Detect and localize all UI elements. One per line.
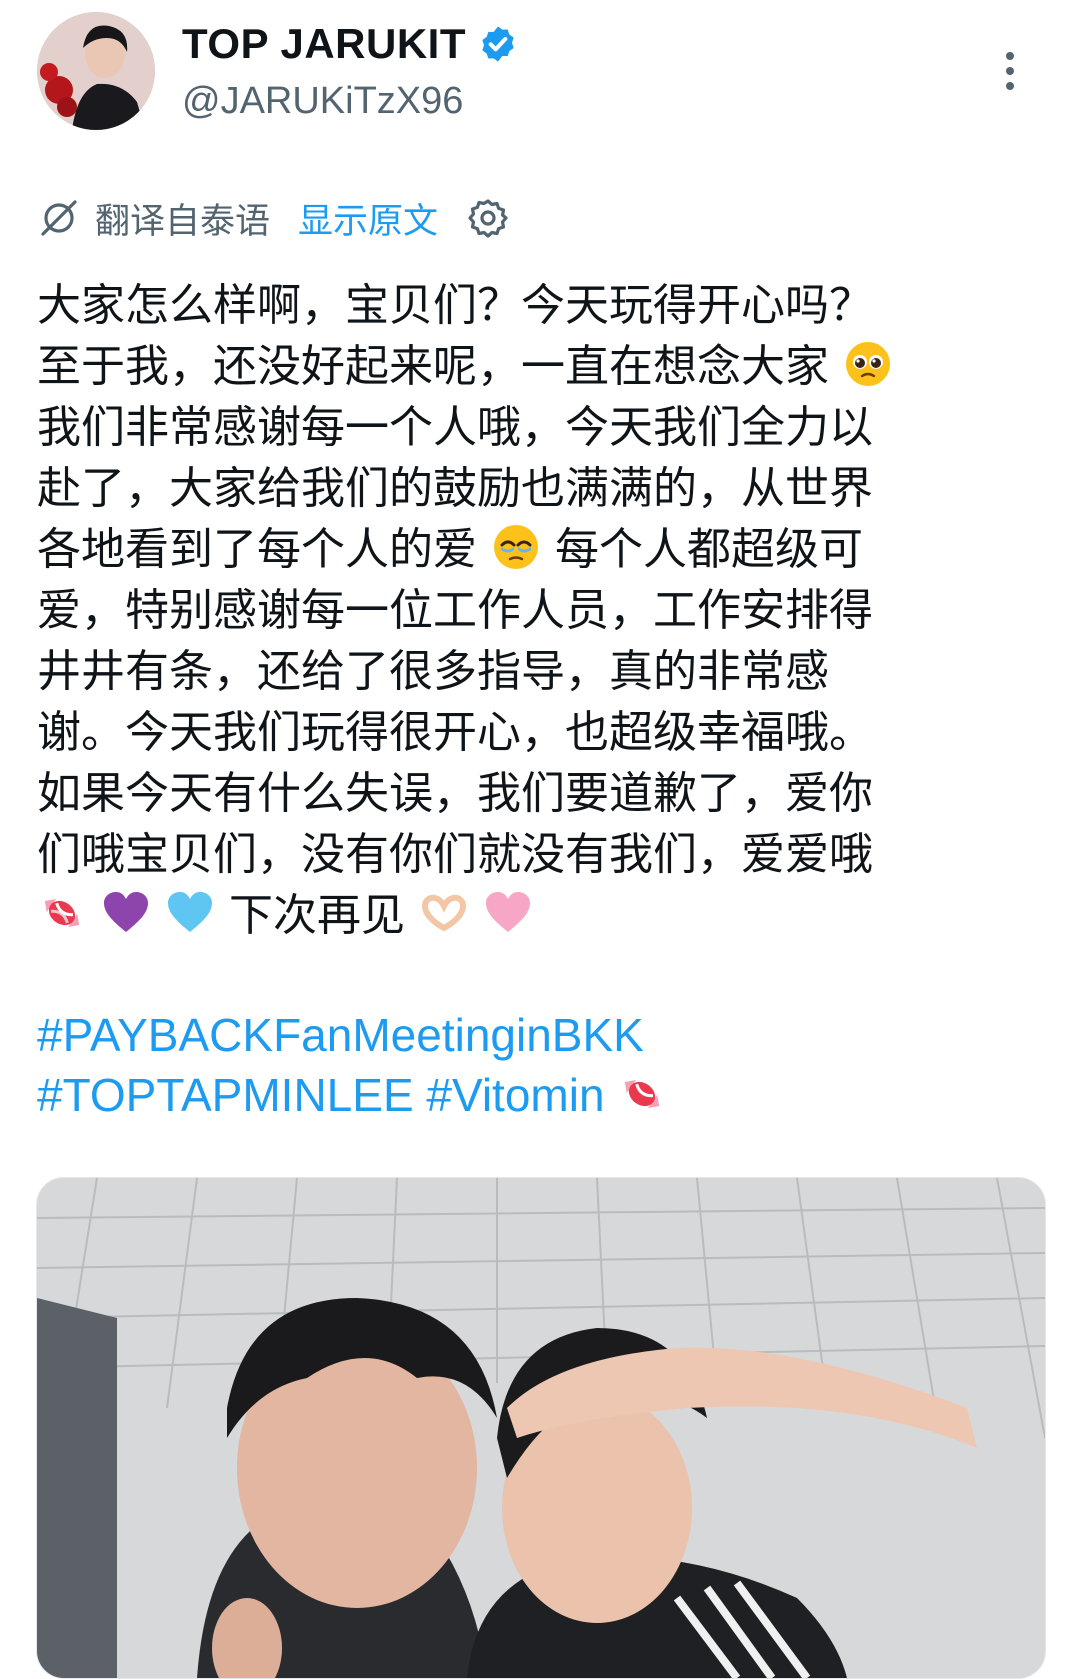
tweet-line: 们哦宝贝们，没有你们就没有我们，爱爱哦 xyxy=(37,829,873,880)
light-blue-heart-icon xyxy=(168,892,212,932)
hashtag-link[interactable]: #PAYBACKFanMeetinginBKK xyxy=(37,1009,644,1061)
tweet-line: 大家怎么样啊，宝贝们？今天玩得开心吗？ xyxy=(37,280,873,331)
tweet-line: 至于我，还没好起来呢，一直在想念大家 xyxy=(37,336,1047,397)
purple-heart-icon xyxy=(104,892,148,932)
show-original-link[interactable]: 显示原文 xyxy=(298,193,438,244)
hashtag-link[interactable]: #Vitomin xyxy=(426,1069,604,1121)
heart-hands-icon xyxy=(421,894,467,932)
gear-icon[interactable] xyxy=(466,196,510,240)
tweet-line: 我们非常感谢每一个人哦，今天我们全力以 xyxy=(37,402,873,453)
tweet-line: 井井有条，还给了很多指导，真的非常感 xyxy=(37,646,829,697)
translate-icon xyxy=(41,200,77,236)
tweet-line: 下次再见 xyxy=(37,885,1047,946)
translated-from-label: 翻译自泰语 xyxy=(95,201,271,242)
tweet-line: 如果今天有什么失误，我们要道歉了，爱你 xyxy=(37,768,873,819)
tweet-line: 各地看到了每个人的爱 每个人都超级可 xyxy=(37,524,863,575)
tweet-line: 爱，特别感谢每一位工作人员，工作安排得 xyxy=(37,585,873,636)
tweet-photo[interactable] xyxy=(36,1177,1046,1679)
user-handle[interactable]: @JARUKiTzX96 xyxy=(182,80,463,123)
pink-heart-icon xyxy=(486,892,530,932)
face-holding-back-tears-icon xyxy=(494,525,538,569)
tweet-line: 谢。今天我们玩得很开心，也超级幸福哦。 xyxy=(37,707,873,758)
candy-icon xyxy=(44,898,80,928)
hashtag-link[interactable]: #TOPTAPMINLEE xyxy=(37,1069,414,1121)
tweet-line: 赴了，大家给我们的鼓励也满满的，从世界 xyxy=(37,463,873,514)
name-row: TOP JARUKIT xyxy=(182,16,518,72)
display-name[interactable]: TOP JARUKIT xyxy=(182,20,466,68)
verified-badge-icon xyxy=(482,26,514,62)
tweet-text: 大家怎么样啊，宝贝们？今天玩得开心吗？ 至于我，还没好起来呢，一直在想念大家 我… xyxy=(37,275,1047,946)
more-options-icon[interactable] xyxy=(1000,48,1020,98)
tweet-header: TOP JARUKIT @JARUKiTzX96 xyxy=(0,0,1080,170)
pleading-face-icon xyxy=(846,342,890,386)
candy-icon xyxy=(625,1079,660,1109)
translation-bar: 翻译自泰语 显示原文 xyxy=(37,190,510,246)
hashtags: #PAYBACKFanMeetinginBKK #TOPTAPMINLEE #V… xyxy=(37,1005,1047,1125)
avatar[interactable] xyxy=(37,12,155,130)
